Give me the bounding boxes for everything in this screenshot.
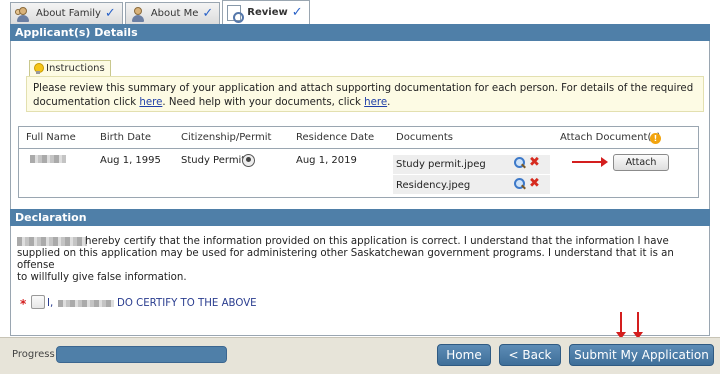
tab-review[interactable]: Review ✓: [222, 0, 310, 24]
info-icon[interactable]: !: [650, 133, 661, 144]
column-header-citizenship: Citizenship/Permit: [181, 132, 272, 143]
tab-about-me[interactable]: About Me ✓: [124, 2, 221, 24]
tab-about-family[interactable]: About Family ✓: [10, 2, 123, 24]
section-title-declaration: Declaration: [10, 209, 710, 226]
view-document-icon[interactable]: [514, 157, 526, 169]
tab-bar: About Family ✓ About Me ✓ Review ✓: [10, 0, 312, 24]
document-name: Study permit.jpeg: [396, 159, 486, 170]
column-header-birth-date: Birth Date: [100, 132, 152, 143]
certify-statement: DO CERTIFY TO THE ABOVE: [117, 298, 257, 309]
annotation-arrow-right: [572, 157, 608, 167]
column-header-residence-date: Residence Date: [296, 132, 375, 143]
attach-button[interactable]: Attach: [613, 154, 669, 171]
header-divider: [19, 148, 698, 149]
progress-fill: [57, 347, 226, 362]
view-document-icon[interactable]: [514, 178, 526, 190]
checkmark-icon: ✓: [291, 5, 303, 20]
progress-bar: [56, 346, 227, 363]
permit-holder-icon: [242, 154, 255, 167]
checkmark-icon: ✓: [202, 6, 214, 21]
checkmark-icon: ✓: [104, 6, 116, 21]
family-icon: [15, 6, 31, 22]
instructions-tab: Instructions: [29, 60, 111, 76]
back-button[interactable]: < Back: [499, 344, 561, 366]
instructions-box: Please review this summary of your appli…: [26, 76, 704, 112]
declaration-line: hereby certify that the information prov…: [85, 236, 669, 247]
column-header-documents: Documents: [396, 132, 454, 143]
instructions-text: .: [387, 97, 391, 108]
tab-label: Review: [247, 7, 288, 18]
redacted-name: [30, 155, 66, 163]
documentation-link[interactable]: here: [139, 97, 162, 108]
column-header-attach: Attach Document(s): [560, 132, 661, 143]
certify-checkbox[interactable]: [31, 295, 45, 309]
review-icon: [227, 4, 245, 23]
home-button[interactable]: Home: [437, 344, 491, 366]
cell-birth-date: Aug 1, 1995: [100, 155, 161, 166]
instructions-label: Instructions: [46, 63, 105, 74]
declaration-text: hereby certify that the information prov…: [17, 236, 707, 284]
tab-label: About Me: [150, 8, 199, 19]
progress-label: Progress: [12, 349, 55, 360]
tab-label: About Family: [36, 8, 101, 19]
cell-residence-date: Aug 1, 2019: [296, 155, 357, 166]
delete-document-icon[interactable]: ✖: [529, 156, 540, 169]
cell-citizenship: Study Permit: [181, 155, 246, 166]
lightbulb-icon: [33, 62, 44, 75]
certify-prefix: I,: [47, 298, 54, 309]
redacted-name: [58, 300, 114, 307]
instructions-text: . Need help with your documents, click: [162, 97, 365, 108]
required-asterisk: *: [20, 297, 27, 311]
declaration-line: to willfully give false information.: [17, 272, 187, 283]
declaration-line: supplied on this application may be used…: [17, 248, 674, 271]
document-name: Residency.jpeg: [396, 180, 471, 191]
delete-document-icon[interactable]: ✖: [529, 177, 540, 190]
section-title-applicants: Applicant(s) Details: [10, 24, 710, 41]
annotation-arrow-down: [616, 312, 626, 339]
submit-application-button[interactable]: Submit My Application: [569, 344, 714, 366]
column-header-full-name: Full Name: [26, 132, 76, 143]
annotation-arrow-down: [633, 312, 643, 339]
person-icon: [130, 6, 146, 22]
help-link[interactable]: here: [364, 97, 387, 108]
